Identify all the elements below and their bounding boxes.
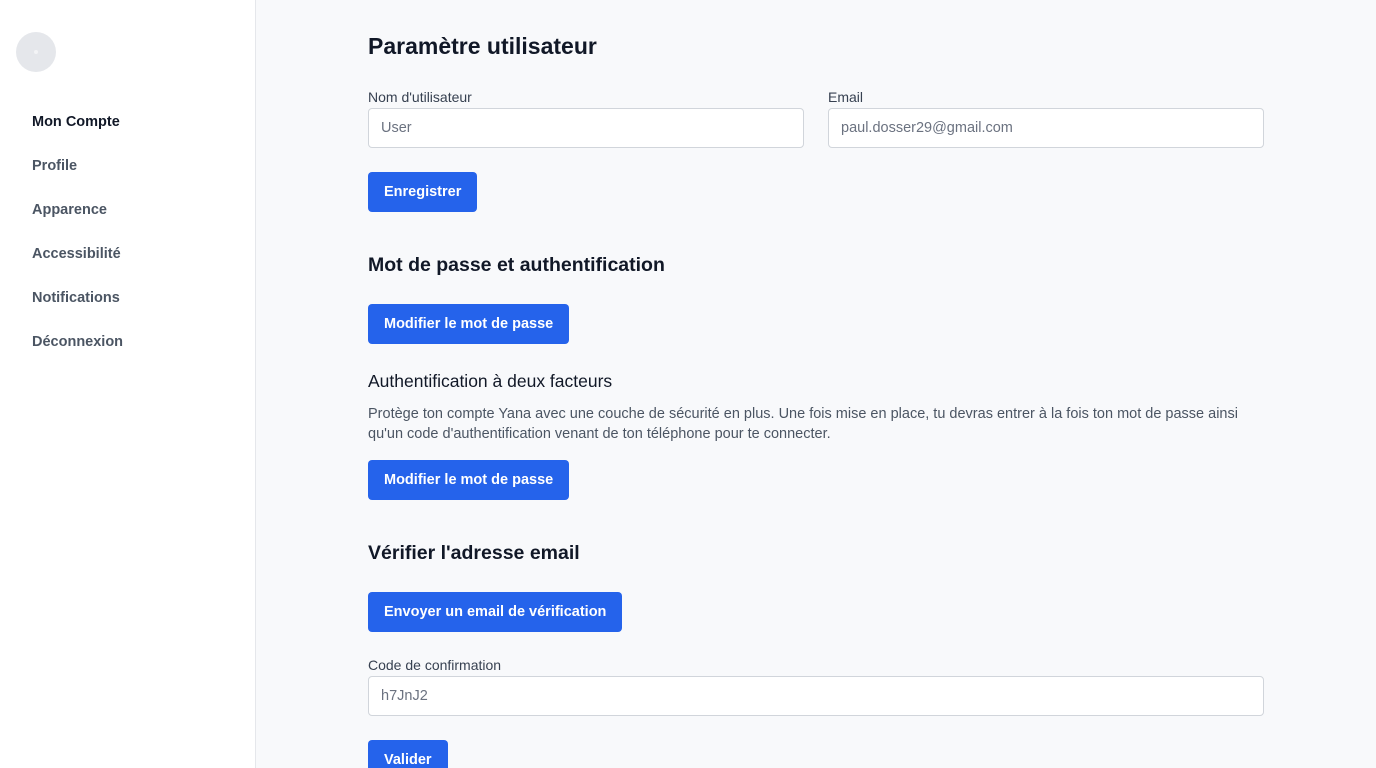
validate-button[interactable]: Valider	[368, 740, 448, 768]
confirmation-code-label: Code de confirmation	[368, 657, 502, 673]
sidebar-item-mon-compte[interactable]: Mon Compte	[32, 111, 123, 155]
email-input[interactable]	[828, 108, 1264, 148]
sidebar: Mon Compte Profile Apparence Accessibili…	[0, 0, 256, 768]
username-label: Nom d'utilisateur	[368, 89, 472, 105]
email-label: Email	[828, 89, 864, 105]
sidebar-nav: Mon Compte Profile Apparence Accessibili…	[32, 111, 123, 375]
avatar[interactable]	[16, 32, 56, 72]
page-title: Paramètre utilisateur	[368, 33, 597, 59]
sidebar-item-profile[interactable]: Profile	[32, 155, 123, 199]
password-section-title: Mot de passe et authentification	[368, 254, 665, 276]
two-factor-title: Authentification à deux facteurs	[368, 371, 613, 391]
send-verification-button[interactable]: Envoyer un email de vérification	[368, 592, 623, 632]
sidebar-item-apparence[interactable]: Apparence	[32, 199, 123, 243]
username-input[interactable]	[368, 108, 804, 148]
two-factor-button[interactable]: Modifier le mot de passe	[368, 460, 570, 500]
verify-email-title: Vérifier l'adresse email	[368, 542, 580, 564]
sidebar-item-accessibilite[interactable]: Accessibilité	[32, 243, 123, 287]
app: Mon Compte Profile Apparence Accessibili…	[0, 0, 1376, 768]
sidebar-item-notifications[interactable]: Notifications	[32, 287, 123, 331]
avatar-image	[34, 50, 38, 54]
sidebar-item-deconnexion[interactable]: Déconnexion	[32, 331, 123, 375]
confirmation-code-input[interactable]	[368, 676, 1264, 716]
change-password-button[interactable]: Modifier le mot de passe	[368, 304, 570, 344]
two-factor-description: Protège ton compte Yana avec une couche …	[368, 406, 1238, 442]
save-button[interactable]: Enregistrer	[368, 172, 478, 212]
